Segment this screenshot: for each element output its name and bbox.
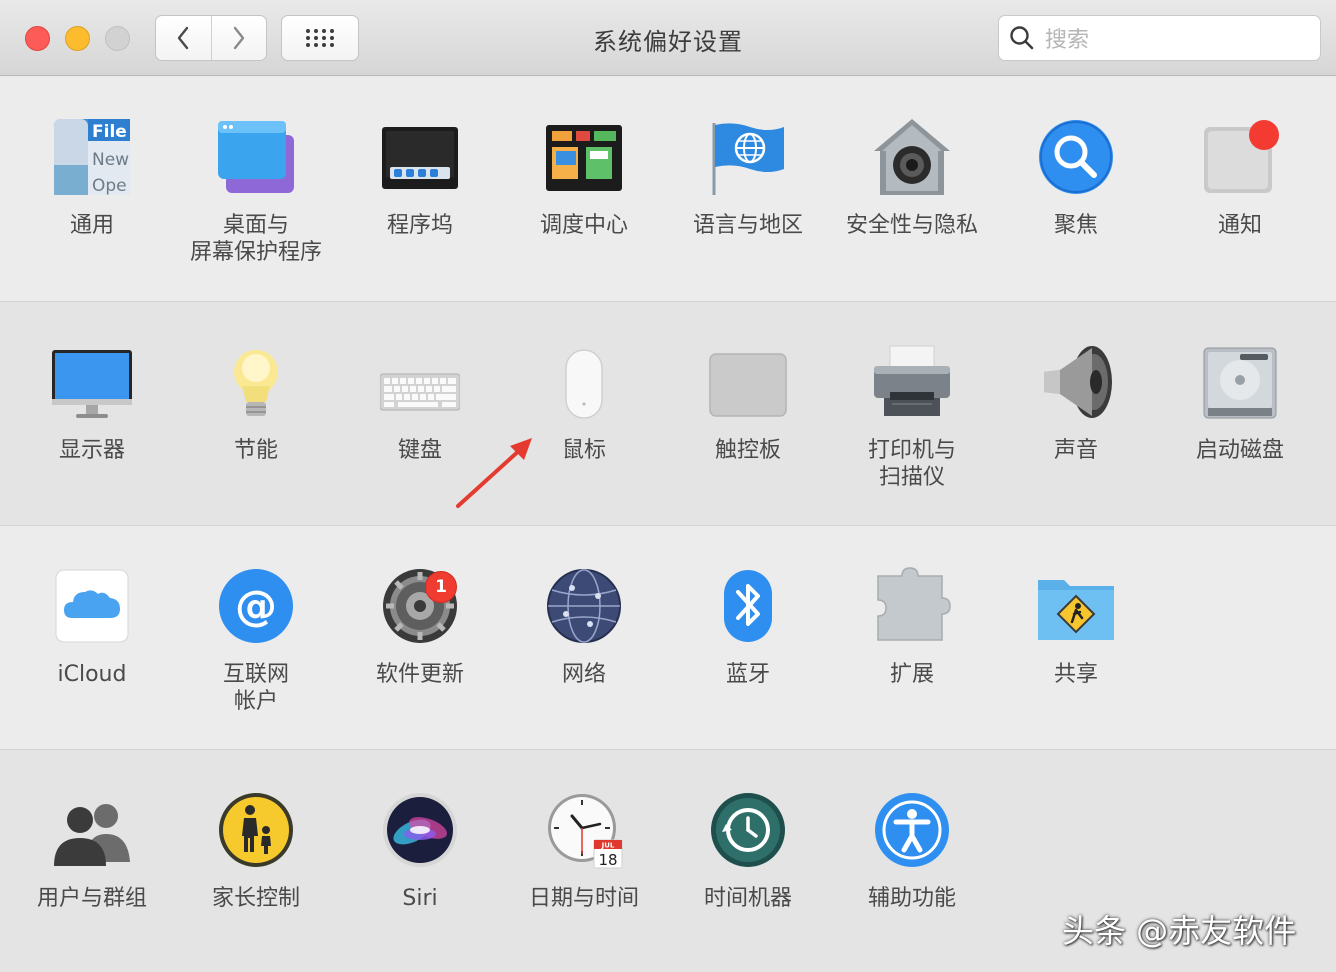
pane-trackpad[interactable]: 触控板 — [666, 302, 830, 526]
energy-saver-icon — [234, 350, 278, 416]
pane-label: 节能 — [233, 438, 278, 463]
annotation-arrow-icon — [456, 438, 532, 508]
pane-label: 显示器 — [58, 438, 125, 463]
pane-label: 家长控制 — [211, 886, 300, 911]
extensions-icon — [877, 567, 951, 641]
search-placeholder: 搜索 — [1045, 28, 1090, 53]
pane-users-groups[interactable]: 用户与群组 — [10, 750, 174, 972]
pane-displays[interactable]: 显示器 — [10, 302, 174, 526]
pane-label: iCloud — [57, 662, 127, 687]
search-field[interactable]: 搜索 — [998, 15, 1321, 61]
pane-label: 网络 — [561, 662, 606, 687]
preferences-row-hardware: 显示器 节能 键盘 鼠标 触控板 打印机与 扫描仪 声音 启动磁盘 — [0, 301, 1336, 525]
network-icon — [547, 569, 621, 643]
pane-label: 声音 — [1053, 438, 1098, 463]
pane-label: 安全性与隐私 — [845, 213, 978, 238]
pane-extensions[interactable]: 扩展 — [830, 526, 994, 750]
pane-label: 调度中心 — [539, 213, 628, 238]
pane-label: 桌面与 屏幕保护程序 — [189, 213, 322, 265]
time-machine-icon — [711, 793, 785, 867]
users-groups-icon — [54, 804, 130, 866]
parental-controls-icon — [219, 793, 293, 867]
pane-label: 程序坞 — [386, 213, 453, 238]
security-privacy-icon — [874, 119, 950, 195]
pane-label: 软件更新 — [375, 662, 464, 687]
calendar-day-text: 18 — [598, 851, 617, 869]
pane-energy-saver[interactable]: 节能 — [174, 302, 338, 526]
icloud-icon — [55, 569, 129, 643]
pane-desktop-screensaver[interactable]: 桌面与 屏幕保护程序 — [174, 77, 338, 301]
pane-software-update[interactable]: 1 软件更新 — [338, 526, 502, 750]
pane-label: 聚焦 — [1053, 213, 1098, 238]
pane-label: 用户与群组 — [36, 886, 147, 911]
preferences-row-internet: iCloud @ 互联网 帐户 1 软件更新 网络 蓝牙 扩展 共享 — [0, 525, 1336, 749]
pane-label: 通用 — [69, 213, 114, 238]
startup-disk-icon — [1203, 347, 1277, 419]
pane-internet-accounts[interactable]: @ 互联网 帐户 — [174, 526, 338, 750]
bluetooth-icon — [724, 570, 772, 642]
date-time-icon: JUL 18 — [548, 794, 623, 869]
pane-label: 互联网 帐户 — [222, 662, 289, 714]
pane-label: 语言与地区 — [692, 213, 803, 238]
pane-sound[interactable]: 声音 — [994, 302, 1158, 526]
pane-label: 通知 — [1217, 213, 1262, 238]
pane-siri[interactable]: Siri — [338, 750, 502, 972]
general-icon-text-3: Ope — [92, 176, 127, 196]
svg-text:@: @ — [235, 581, 277, 630]
general-icon: File New Ope — [54, 119, 130, 196]
pane-label: 启动磁盘 — [1195, 438, 1284, 463]
language-region-icon — [712, 123, 784, 195]
pane-label: 共享 — [1053, 662, 1098, 687]
pane-dock[interactable]: 程序坞 — [338, 77, 502, 301]
pane-mission-control[interactable]: 调度中心 — [502, 77, 666, 301]
pane-security-privacy[interactable]: 安全性与隐私 — [830, 77, 994, 301]
pane-label: 蓝牙 — [725, 662, 770, 687]
pane-network[interactable]: 网络 — [502, 526, 666, 750]
pane-label: 扩展 — [889, 662, 934, 687]
mission-control-icon — [546, 125, 622, 191]
pane-label: 辅助功能 — [867, 886, 956, 911]
sharing-icon — [1038, 580, 1114, 640]
pane-notifications[interactable]: 通知 — [1158, 77, 1322, 301]
pane-bluetooth[interactable]: 蓝牙 — [666, 526, 830, 750]
display-icon — [52, 350, 132, 418]
watermark-text: 头条 @赤友软件 — [1062, 912, 1297, 950]
sound-icon — [1044, 346, 1112, 418]
pane-label: Siri — [402, 886, 438, 911]
calendar-month-text: JUL — [601, 842, 615, 850]
general-icon-text-1: File — [92, 122, 127, 142]
pane-printers-scanners[interactable]: 打印机与 扫描仪 — [830, 302, 994, 526]
mouse-icon — [565, 349, 603, 419]
pane-label: 时间机器 — [703, 886, 792, 911]
printer-scanner-icon — [874, 345, 950, 416]
update-count-badge: 1 — [425, 571, 457, 603]
pane-time-machine[interactable]: 时间机器 — [666, 750, 830, 972]
pane-date-time[interactable]: JUL 18 日期与时间 — [502, 750, 666, 972]
internet-accounts-icon: @ — [219, 569, 293, 643]
pane-sharing[interactable]: 共享 — [994, 526, 1158, 750]
window-toolbar: 系统偏好设置 搜索 — [0, 0, 1336, 76]
search-icon — [1010, 26, 1034, 50]
pane-general[interactable]: File New Ope 通用 — [10, 77, 174, 301]
pane-accessibility[interactable]: 辅助功能 — [830, 750, 994, 972]
preferences-row-personal: File New Ope 通用 桌面与 屏幕保护程序 程序坞 调度中心 语言与地… — [0, 77, 1336, 301]
spotlight-icon — [1039, 120, 1113, 194]
pane-spotlight[interactable]: 聚焦 — [994, 77, 1158, 301]
keyboard-icon — [380, 373, 460, 411]
pane-icloud[interactable]: iCloud — [10, 526, 174, 750]
trackpad-icon — [709, 353, 787, 417]
pane-startup-disk[interactable]: 启动磁盘 — [1158, 302, 1322, 526]
desktop-screensaver-icon — [218, 121, 294, 193]
pane-language-region[interactable]: 语言与地区 — [666, 77, 830, 301]
general-icon-text-2: New — [92, 150, 129, 170]
pane-parental-controls[interactable]: 家长控制 — [174, 750, 338, 972]
siri-icon — [383, 793, 457, 867]
pane-label: 日期与时间 — [528, 886, 639, 911]
pane-label: 打印机与 扫描仪 — [867, 438, 956, 490]
notifications-icon — [1204, 120, 1279, 193]
pane-label: 触控板 — [714, 438, 781, 463]
dock-icon — [382, 127, 458, 189]
accessibility-icon — [875, 793, 949, 867]
